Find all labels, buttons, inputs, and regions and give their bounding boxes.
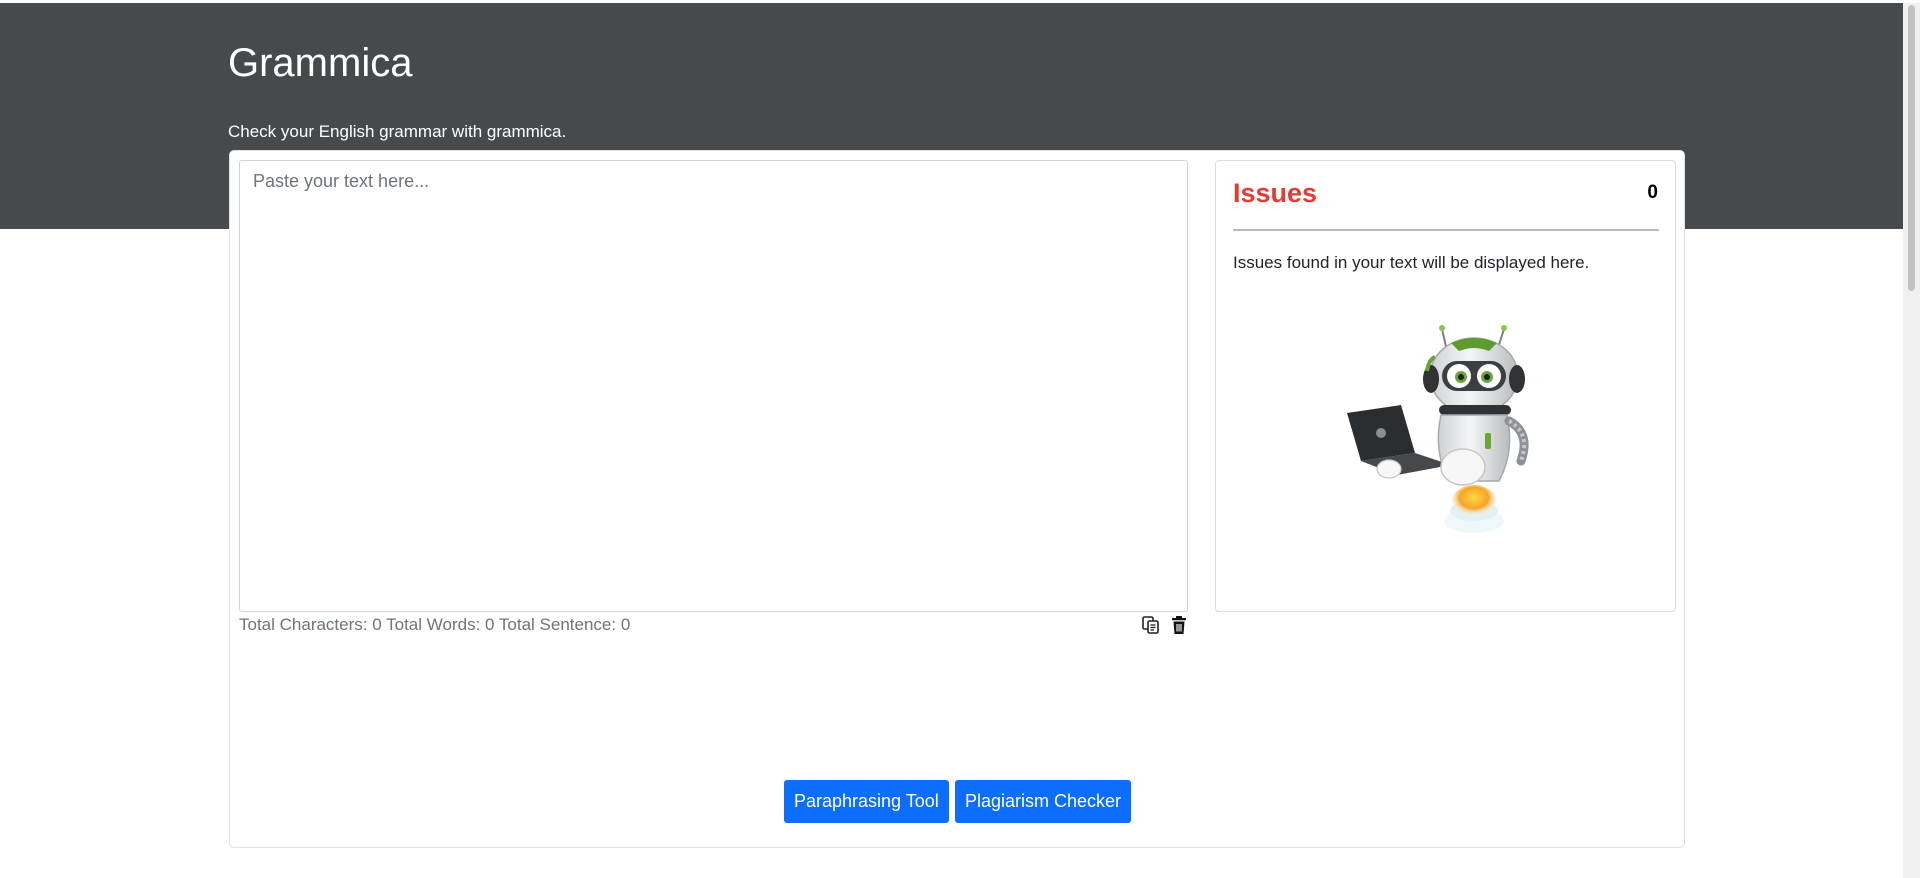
trash-icon-graphic (1172, 616, 1186, 634)
issues-title: Issues (1233, 178, 1318, 208)
robot-with-laptop-icon (1347, 325, 1529, 533)
characters-label: Total Characters: (239, 615, 368, 634)
scrollbar-thumb[interactable] (1908, 5, 1915, 291)
paraphrasing-tool-button[interactable]: Paraphrasing Tool (784, 780, 949, 823)
issues-panel: Issues 0 Issues found in your text will … (1215, 160, 1676, 612)
sentences-count: 0 (620, 615, 631, 634)
page-scrollbar[interactable] (1903, 3, 1920, 878)
issues-message: Issues found in your text will be displa… (1233, 253, 1590, 272)
text-stats: Total Characters: 0 Total Words: 0 Total… (239, 614, 630, 636)
plagiarism-checker-button[interactable]: Plagiarism Checker (955, 780, 1132, 823)
copy-icon[interactable] (1140, 614, 1162, 636)
copy-icon-graphic (1142, 616, 1159, 634)
sentences-label: Total Sentence: (498, 615, 617, 634)
text-input[interactable] (239, 160, 1188, 612)
brand-title: Grammica (228, 41, 413, 85)
trash-icon[interactable] (1168, 614, 1190, 636)
tagline: Check your English grammar with grammica… (228, 122, 567, 141)
issues-count: 0 (1647, 182, 1658, 203)
issues-divider (1233, 229, 1659, 231)
characters-count: 0 (372, 615, 382, 634)
words-count: 0 (485, 615, 495, 634)
words-label: Total Words: (386, 615, 481, 634)
